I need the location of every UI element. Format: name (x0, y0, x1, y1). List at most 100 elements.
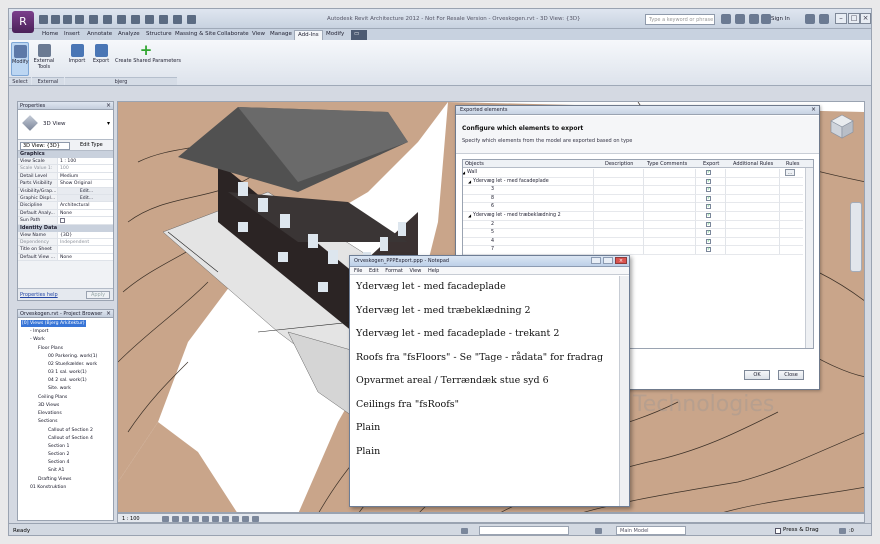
menu-help[interactable]: Help (428, 268, 439, 274)
properties-help-link[interactable]: Properties help (20, 292, 58, 298)
3d-view-icon[interactable] (131, 15, 140, 24)
edit-button[interactable]: Edit... (58, 187, 113, 194)
close-icon[interactable]: × (811, 106, 816, 113)
table-row[interactable]: 2 ✓ (463, 220, 803, 230)
property-value[interactable] (58, 246, 113, 253)
menu-view[interactable]: View (409, 268, 421, 274)
tree-node[interactable]: 04 2 sal. work(1) (48, 377, 87, 384)
grid-cell[interactable] (643, 169, 644, 177)
ok-button[interactable]: OK (744, 370, 770, 380)
ribbon-minimize-icon[interactable]: ▭ (351, 30, 367, 40)
property-value[interactable]: Show Original (58, 180, 113, 187)
grid-cell[interactable] (593, 203, 594, 212)
grid-cell[interactable] (695, 220, 696, 229)
grid-cell[interactable] (779, 237, 780, 246)
grid-cell[interactable] (643, 194, 644, 203)
table-row[interactable]: 7 ✓ (463, 246, 803, 255)
grid-cell[interactable] (643, 186, 644, 195)
tree-node[interactable]: Callout of Section 4 (48, 435, 93, 442)
grid-cell[interactable] (593, 169, 594, 177)
exchange-icon[interactable] (805, 14, 815, 24)
user-icon[interactable] (761, 14, 771, 24)
grid-cell[interactable] (643, 212, 644, 220)
grid-cell[interactable] (779, 186, 780, 195)
grid-cell[interactable] (695, 177, 696, 186)
grid-cell[interactable] (725, 220, 726, 229)
property-value[interactable]: None (58, 253, 113, 261)
panel-select-label[interactable]: Select (9, 77, 31, 85)
tab-add-ins[interactable]: Add-Ins (294, 30, 323, 40)
tab-collaborate[interactable]: Collaborate (214, 30, 252, 40)
grid-cell[interactable] (643, 229, 644, 238)
lock-view-icon[interactable] (232, 516, 239, 522)
grid-cell[interactable] (725, 169, 726, 177)
grid-cell[interactable] (779, 203, 780, 212)
customize-toolbar-icon[interactable] (187, 15, 196, 24)
grid-cell[interactable] (643, 237, 644, 246)
chevron-down-icon[interactable]: ▾ (107, 120, 110, 127)
grid-cell[interactable] (779, 169, 780, 177)
grid-cell[interactable] (695, 194, 696, 203)
close-icon[interactable]: × (106, 102, 111, 109)
sun-path-checkbox[interactable] (58, 217, 113, 224)
edit-button[interactable]: Edit... (58, 194, 113, 202)
export-checkbox[interactable]: ✓ (706, 170, 711, 175)
grid-cell[interactable] (643, 177, 644, 186)
grid-cell[interactable] (779, 194, 780, 203)
tree-node[interactable]: Elevations (38, 410, 62, 417)
export-checkbox[interactable]: ✓ (706, 230, 711, 236)
tab-insert[interactable]: Insert (61, 30, 83, 40)
switch-windows-icon[interactable] (173, 15, 182, 24)
export-checkbox[interactable]: ✓ (706, 195, 711, 201)
grid-cell[interactable] (695, 246, 696, 255)
menu-format[interactable]: Format (385, 268, 403, 274)
edit-type-button[interactable]: Edit Type (80, 142, 103, 148)
external-tools-button[interactable]: External Tools (32, 42, 56, 76)
text-icon[interactable] (117, 15, 126, 24)
export-checkbox[interactable]: ✓ (706, 247, 711, 253)
save-icon[interactable] (51, 15, 60, 24)
tree-node[interactable]: Site. work (48, 385, 71, 392)
export-checkbox[interactable]: ✓ (706, 238, 711, 244)
worksets-icon[interactable] (461, 528, 468, 534)
tree-node[interactable]: Drafting Views (38, 476, 71, 483)
maximize-button[interactable] (603, 257, 613, 264)
render-icon[interactable] (202, 516, 209, 522)
tree-node[interactable]: Snit A1 (48, 467, 64, 474)
design-options-icon[interactable] (595, 528, 602, 534)
table-row[interactable]: 8 ✓ (463, 194, 803, 204)
help-icon[interactable] (819, 14, 829, 24)
export-checkbox[interactable]: ✓ (706, 221, 711, 227)
grid-cell[interactable] (695, 229, 696, 238)
tree-node[interactable]: Section 4 (48, 459, 69, 466)
tree-node[interactable]: - Work (30, 336, 45, 343)
grid-cell[interactable] (593, 212, 594, 220)
menu-file[interactable]: File (354, 268, 362, 274)
section-icon[interactable] (145, 15, 154, 24)
create-shared-parameters-button[interactable]: + Create Shared Parameters (115, 42, 181, 76)
tab-modify[interactable]: Modify (323, 30, 347, 40)
grid-cell[interactable] (695, 186, 696, 195)
column-objects[interactable]: Objects (465, 161, 484, 167)
table-row[interactable]: 5 ✓ (463, 229, 803, 238)
maximize-button[interactable]: □ (848, 13, 860, 24)
table-row[interactable]: Ydervæg let - med træbeklædning 2 ◢ ✓ (463, 212, 803, 221)
grid-cell[interactable] (593, 177, 594, 186)
view-selector[interactable]: 3D View: {3D} (20, 142, 70, 150)
print-icon[interactable] (89, 15, 98, 24)
redo-icon[interactable] (75, 15, 84, 24)
grid-cell[interactable] (593, 194, 594, 203)
vertical-scrollbar[interactable] (805, 168, 813, 348)
grid-cell[interactable] (643, 203, 644, 212)
vertical-scrollbar[interactable] (619, 276, 629, 506)
sign-in-link[interactable]: Sign In (771, 16, 790, 22)
crop-view-icon[interactable] (212, 516, 219, 522)
rules-button[interactable]: ... (785, 169, 795, 176)
table-row[interactable]: Ydervæg let - med facadeplade ◢ ✓ (463, 177, 803, 187)
notepad-text-area[interactable]: Ydervæg let - med facadeplade Ydervæg le… (350, 276, 620, 506)
grid-cell[interactable] (779, 220, 780, 229)
grid-cell[interactable] (725, 203, 726, 212)
design-option-selector[interactable]: Main Model (616, 526, 686, 535)
tree-node[interactable]: Floor Plans (38, 345, 63, 352)
grid-cell[interactable] (779, 177, 780, 186)
